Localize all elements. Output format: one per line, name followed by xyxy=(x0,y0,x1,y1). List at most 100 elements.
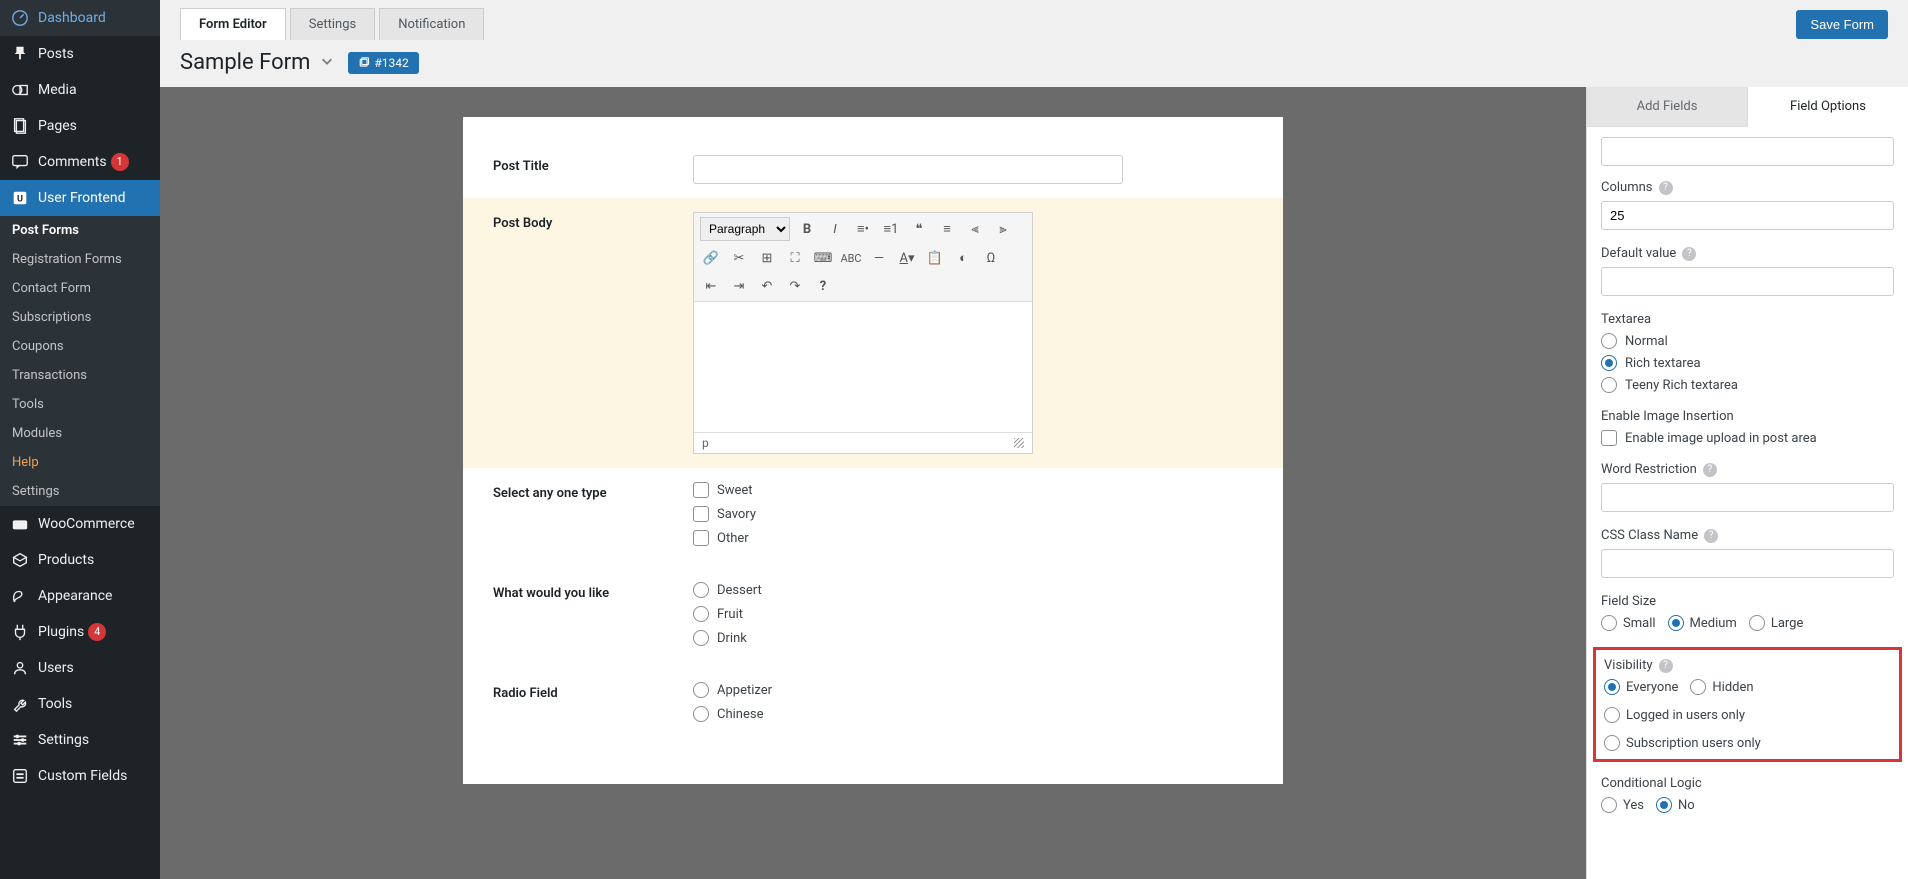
textarea-radio-normal[interactable] xyxy=(1601,333,1617,349)
visibility-option-hidden[interactable]: Hidden xyxy=(1690,679,1753,695)
radio-dessert[interactable] xyxy=(693,582,709,598)
sidebar-item-settings[interactable]: Settings xyxy=(0,722,160,758)
fullscreen-icon[interactable]: ⛶ xyxy=(784,247,806,269)
visibility-radio[interactable] xyxy=(1604,735,1620,751)
panel-tab-add-fields[interactable]: Add Fields xyxy=(1587,87,1747,127)
sidebar-sub-coupons[interactable]: Coupons xyxy=(0,332,160,361)
form-field-post-title[interactable]: Post Title xyxy=(463,141,1283,198)
outdent-icon[interactable]: ⇤ xyxy=(700,275,722,297)
radio-chinese[interactable] xyxy=(693,706,709,722)
sidebar-item-plugins[interactable]: Plugins4 xyxy=(0,614,160,650)
sidebar-item-user-frontend[interactable]: UUser Frontend xyxy=(0,180,160,216)
textarea-radio-teeny-rich-textarea[interactable] xyxy=(1601,377,1617,393)
sidebar-item-pages[interactable]: Pages xyxy=(0,108,160,144)
abc-icon[interactable]: ABC xyxy=(840,247,862,269)
keyboard-icon[interactable]: ⌨ xyxy=(812,247,834,269)
radio-appetizer[interactable] xyxy=(693,682,709,698)
sidebar-item-tools[interactable]: Tools xyxy=(0,686,160,722)
sidebar-sub-post-forms[interactable]: Post Forms xyxy=(0,216,160,245)
insert-icon[interactable]: ⊞ xyxy=(756,247,778,269)
redo-icon[interactable]: ↷ xyxy=(784,275,806,297)
form-field-post-body[interactable]: Post Body ParagraphBI≡•≡1❝≡⫷⫸🔗✂⊞⛶⌨ABC—A▾… xyxy=(463,198,1283,468)
sidebar-sub-subscriptions[interactable]: Subscriptions xyxy=(0,303,160,332)
sidebar-sub-modules[interactable]: Modules xyxy=(0,419,160,448)
fieldsize-radio[interactable] xyxy=(1668,615,1684,631)
sidebar-item-woocommerce[interactable]: WooCommerce xyxy=(0,506,160,542)
clear-icon[interactable]: ◐ xyxy=(952,247,974,269)
help-icon[interactable]: ? xyxy=(1704,529,1718,543)
sidebar-sub-contact-form[interactable]: Contact Form xyxy=(0,274,160,303)
fieldsize-option-small[interactable]: Small xyxy=(1601,615,1656,631)
form-id-badge[interactable]: #1342 xyxy=(348,52,418,74)
sidebar-item-products[interactable]: Products xyxy=(0,542,160,578)
sidebar-sub-settings[interactable]: Settings xyxy=(0,477,160,506)
ol-icon[interactable]: ≡1 xyxy=(880,218,902,240)
hr-icon[interactable]: — xyxy=(868,247,890,269)
visibility-radio[interactable] xyxy=(1690,679,1706,695)
form-field-what-would-you-like[interactable]: What would you likeDessertFruitDrink xyxy=(463,568,1283,668)
columns-input[interactable] xyxy=(1601,201,1894,230)
panel-tab-field-options[interactable]: Field Options xyxy=(1747,87,1908,127)
aligncenter-icon[interactable]: ⫸ xyxy=(992,218,1014,240)
radio-drink[interactable] xyxy=(693,630,709,646)
sidebar-sub-help[interactable]: Help xyxy=(0,448,160,477)
tab-notification[interactable]: Notification xyxy=(379,8,484,40)
omega-icon[interactable]: Ω xyxy=(980,247,1002,269)
resize-handle-icon[interactable] xyxy=(1014,438,1024,448)
conditional-option-no[interactable]: No xyxy=(1656,797,1695,813)
conditional-radio[interactable] xyxy=(1656,797,1672,813)
checkbox-sweet[interactable] xyxy=(693,482,709,498)
css-class-input[interactable] xyxy=(1601,549,1894,578)
save-button[interactable]: Save Form xyxy=(1796,10,1888,39)
word-restriction-input[interactable] xyxy=(1601,483,1894,512)
help-icon[interactable]: ? xyxy=(1703,463,1717,477)
sidebar-item-appearance[interactable]: Appearance xyxy=(0,578,160,614)
italic-icon[interactable]: I xyxy=(824,218,846,240)
link-icon[interactable]: 🔗 xyxy=(700,247,722,269)
sidebar-item-users[interactable]: Users xyxy=(0,650,160,686)
indent-icon[interactable]: ⇥ xyxy=(728,275,750,297)
fieldsize-radio[interactable] xyxy=(1749,615,1765,631)
checkbox-savory[interactable] xyxy=(693,506,709,522)
form-canvas-wrapper[interactable]: Post TitlePost Body ParagraphBI≡•≡1❝≡⫷⫸🔗… xyxy=(160,87,1586,879)
textcolor-icon[interactable]: A▾ xyxy=(896,247,918,269)
unlink-icon[interactable]: ✂ xyxy=(728,247,750,269)
default-value-input[interactable] xyxy=(1601,267,1894,296)
help-icon[interactable]: ? xyxy=(1682,247,1696,261)
alignleft2-icon[interactable]: ⫷ xyxy=(964,218,986,240)
ul-icon[interactable]: ≡• xyxy=(852,218,874,240)
sidebar-sub-transactions[interactable]: Transactions xyxy=(0,361,160,390)
sidebar-sub-tools[interactable]: Tools xyxy=(0,390,160,419)
textarea-radio-rich-textarea[interactable] xyxy=(1601,355,1617,371)
help-icon[interactable]: ? xyxy=(812,275,834,297)
visibility-option-subscription-users-only[interactable]: Subscription users only xyxy=(1604,735,1761,751)
fieldsize-option-medium[interactable]: Medium xyxy=(1668,615,1737,631)
visibility-option-everyone[interactable]: Everyone xyxy=(1604,679,1678,695)
help-icon[interactable]: ? xyxy=(1659,659,1673,673)
conditional-radio[interactable] xyxy=(1601,797,1617,813)
fieldsize-radio[interactable] xyxy=(1601,615,1617,631)
sidebar-item-dashboard[interactable]: Dashboard xyxy=(0,0,160,36)
sidebar-item-custom-fields[interactable]: Custom Fields xyxy=(0,758,160,794)
undo-icon[interactable]: ↶ xyxy=(756,275,778,297)
sidebar-item-posts[interactable]: Posts xyxy=(0,36,160,72)
sidebar-item-media[interactable]: Media xyxy=(0,72,160,108)
bold-icon[interactable]: B xyxy=(796,218,818,240)
visibility-radio[interactable] xyxy=(1604,707,1620,723)
help-icon[interactable]: ? xyxy=(1659,181,1673,195)
conditional-option-yes[interactable]: Yes xyxy=(1601,797,1644,813)
format-select[interactable]: Paragraph xyxy=(700,217,790,241)
form-field-radio-field[interactable]: Radio FieldAppetizerChinese xyxy=(463,668,1283,744)
sidebar-item-comments[interactable]: Comments1 xyxy=(0,144,160,180)
sidebar-sub-registration-forms[interactable]: Registration Forms xyxy=(0,245,160,274)
radio-fruit[interactable] xyxy=(693,606,709,622)
tab-settings[interactable]: Settings xyxy=(290,8,375,40)
enable-image-checkbox[interactable] xyxy=(1601,430,1617,446)
chevron-down-icon[interactable] xyxy=(320,54,334,72)
fieldsize-option-large[interactable]: Large xyxy=(1749,615,1804,631)
visibility-option-logged-in-users-only[interactable]: Logged in users only xyxy=(1604,707,1745,723)
tab-form-editor[interactable]: Form Editor xyxy=(180,8,286,40)
checkbox-other[interactable] xyxy=(693,530,709,546)
rte-body[interactable] xyxy=(694,302,1032,432)
form-field-select-any-one-type[interactable]: Select any one typeSweetSavoryOther xyxy=(463,468,1283,568)
